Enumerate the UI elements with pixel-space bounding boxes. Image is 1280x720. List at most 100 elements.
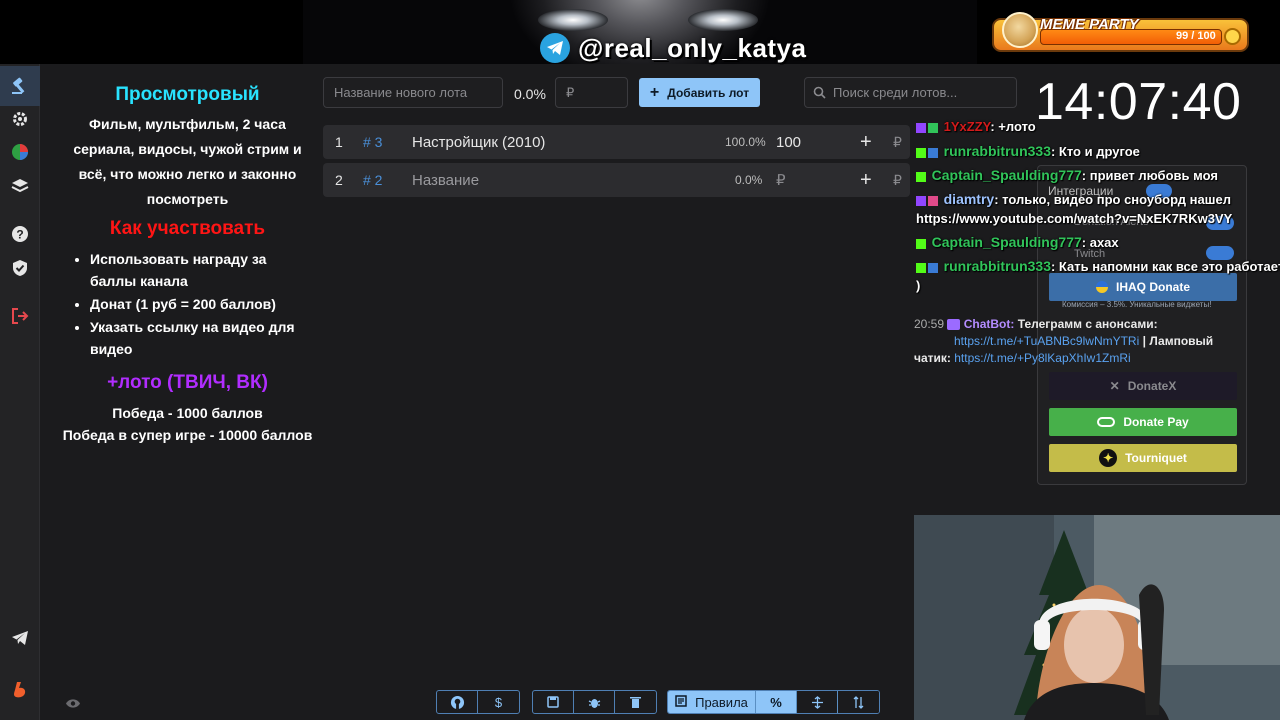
tourniquet-button[interactable]: ✦ Tourniquet <box>1049 444 1237 472</box>
chat-username: runrabbitrun333 <box>943 143 1051 159</box>
layers-icon[interactable] <box>10 176 30 196</box>
percent-icon[interactable]: % <box>756 691 797 713</box>
help-icon[interactable]: ? <box>10 224 30 244</box>
chat-text[interactable]: https://www.youtube.com/watch?v=NxEK7RKw… <box>916 211 1232 226</box>
donatex-label: DonateX <box>1127 379 1177 393</box>
chatbot-text: Телеграмм с анонсами: <box>1017 317 1158 331</box>
dollar-icon[interactable]: $ <box>478 691 519 713</box>
badge-icon <box>928 262 938 273</box>
sort-icon[interactable] <box>838 691 879 713</box>
hammer-icon[interactable] <box>0 66 40 106</box>
tourniquet-icon: ✦ <box>1099 449 1118 467</box>
info-panel: Просмотровый Фильм, мультфильм, 2 часа с… <box>60 84 315 446</box>
rules-button[interactable]: Правила <box>668 691 756 713</box>
gear-icon[interactable] <box>10 109 30 129</box>
svg-text:?: ? <box>16 228 23 242</box>
view-button-group: Правила % <box>667 690 880 714</box>
donatex-button[interactable]: ✕ DonateX <box>1049 372 1237 400</box>
info-heading: Просмотровый <box>115 84 260 105</box>
lot-name[interactable]: Название <box>412 172 479 189</box>
donatex-icon: ✕ <box>1109 379 1120 393</box>
trash-icon[interactable] <box>615 691 656 713</box>
chatbot-link-1[interactable]: https://t.me/+TuABNBc9lwNmYTRi <box>954 334 1139 348</box>
chat-text: : +лото <box>990 119 1036 134</box>
lotto-heading: +лото (ТВИЧ, ВК) <box>107 372 268 393</box>
lot-add-button[interactable]: + <box>860 169 872 192</box>
bug-icon[interactable] <box>574 691 615 713</box>
save-icon[interactable] <box>533 691 574 713</box>
kick-badge-icon <box>916 147 926 158</box>
lotto-line-2: Победа в супер игре - 10000 баллов <box>62 427 313 443</box>
lot-number: 1 <box>335 134 343 150</box>
telegram-handle-text: @real_only_katya <box>578 32 807 63</box>
chat-username: Captain_Spaulding777 <box>931 167 1082 183</box>
chat-overlay: 1YxZZY: +лото runrabbitrun333: Кто и дру… <box>912 115 1280 300</box>
lot-row[interactable]: 1 # 3 Настройщик (2010) 100.0% 100 + ₽ <box>323 125 910 159</box>
meme-party-title: MEME PARTY <box>1040 16 1139 33</box>
badge-icon <box>928 195 938 206</box>
lot-currency: ₽ <box>893 171 902 188</box>
doge-avatar <box>1002 12 1038 48</box>
chat-message: ) <box>916 278 920 293</box>
lot-percent: 100.0% <box>725 135 766 149</box>
chat-text: : Кать напомни как все это работает? <box>1050 259 1280 274</box>
how-to-item: Донат (1 руб = 200 баллов) <box>90 293 315 315</box>
lot-add-button[interactable]: + <box>860 131 872 154</box>
telegram-icon <box>540 33 570 63</box>
add-lot-button[interactable]: + Добавить лот <box>639 78 760 107</box>
chat-message: Captain_Spaulding777: привет любовь моя <box>916 167 1218 183</box>
chat-username: 1YxZZY <box>943 119 991 134</box>
chatbot-message: 20:59 ChatBot: Телеграмм с анонсами: htt… <box>914 316 1236 367</box>
chat-message: Captain_Spaulding777: ахах <box>916 234 1119 250</box>
meme-party-count: 99 / 100 <box>1176 30 1216 42</box>
telegram-link-icon[interactable] <box>10 628 30 648</box>
chatbot-time: 20:59 <box>914 317 945 331</box>
twitch-badge-icon <box>916 195 926 206</box>
lot-number: 2 <box>335 172 343 188</box>
tourniquet-label: Tourniquet <box>1125 451 1187 465</box>
plus-icon: + <box>649 83 660 101</box>
chat-username: Captain_Spaulding777 <box>931 234 1082 250</box>
chat-message-link: https://www.youtube.com/watch?v=NxEK7RKw… <box>916 211 1232 226</box>
kick-badge-icon <box>916 171 926 182</box>
split-icon[interactable] <box>797 691 838 713</box>
sidebar-rail: ? <box>0 64 40 720</box>
chat-message: 1YxZZY: +лото <box>916 119 1036 134</box>
coin-icon <box>1224 28 1241 45</box>
chat-message: runrabbitrun333: Кто и другое <box>916 143 1140 159</box>
telegram-handle-overlay: @real_only_katya <box>540 32 806 64</box>
donate-pay-button[interactable]: Donate Pay <box>1049 408 1237 436</box>
ihaq-note: Комиссия – 3.5%. Уникальные виджеты! <box>1062 300 1212 309</box>
logout-icon[interactable] <box>10 306 30 326</box>
lot-search-input[interactable]: Поиск среди лотов... <box>804 77 1017 108</box>
new-lot-amount-input[interactable]: ₽ <box>555 77 628 108</box>
lot-name[interactable]: Настройщик (2010) <box>412 134 545 151</box>
lot-row[interactable]: 2 # 2 Название 0.0% ₽ + ₽ <box>323 163 910 197</box>
eye-icon[interactable] <box>65 696 81 714</box>
lot-amount[interactable]: ₽ <box>776 171 786 189</box>
chat-username: runrabbitrun333 <box>943 258 1051 274</box>
lot-amount[interactable]: 100 <box>776 134 801 151</box>
rules-icon <box>675 694 687 710</box>
chatbot-icon <box>947 319 961 331</box>
chatbot-username: ChatBot: <box>963 317 1015 331</box>
kick-badge-icon <box>916 238 926 249</box>
lot-id: # 2 <box>363 172 383 188</box>
chatbot-link-2[interactable]: https://t.me/+Py8lKapXhIw1ZmRi <box>954 351 1130 365</box>
boosty-icon[interactable] <box>10 680 30 700</box>
badge-icon <box>928 147 938 158</box>
twitch-badge-icon <box>916 122 926 133</box>
badge-icon <box>928 122 938 133</box>
lot-percent: 0.0% <box>735 173 763 187</box>
links-button-group: $ <box>436 690 520 714</box>
lot-id: # 3 <box>363 134 383 150</box>
shield-icon[interactable] <box>10 258 30 278</box>
pie-chart-icon[interactable] <box>10 142 30 162</box>
chat-text: : ахах <box>1081 235 1119 250</box>
donate-pay-icon <box>1097 417 1116 427</box>
new-lot-name-input[interactable]: Название нового лота <box>323 77 503 108</box>
github-icon[interactable] <box>437 691 478 713</box>
search-icon <box>813 86 826 104</box>
kick-badge-icon <box>916 262 926 273</box>
chat-text: : только, видео про сноуборд нашел <box>994 192 1232 207</box>
